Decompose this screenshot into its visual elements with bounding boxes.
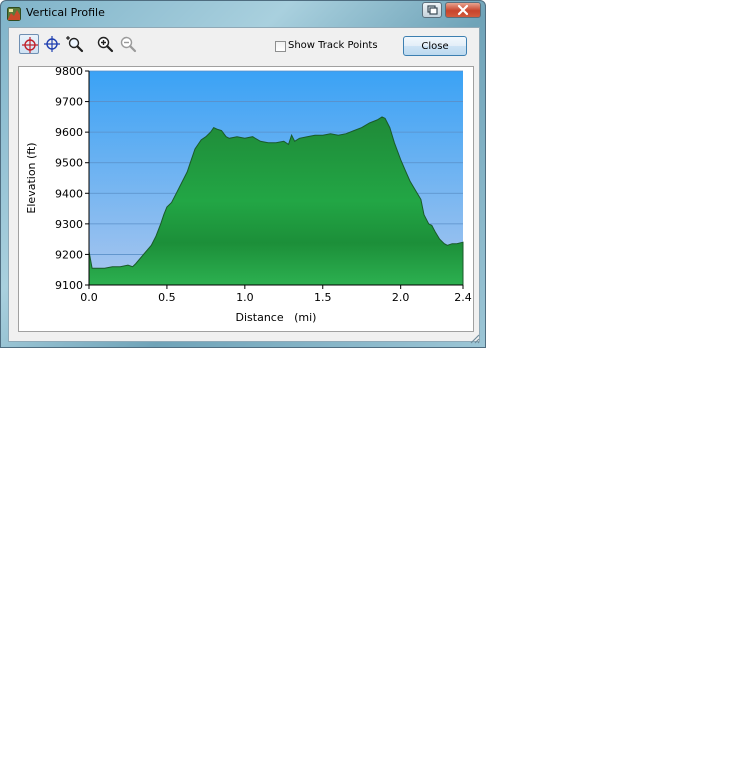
zoom-in-icon xyxy=(97,36,114,53)
x-tick-label: 2.0 xyxy=(392,291,410,304)
crosshair-icon xyxy=(44,36,60,52)
elevation-chart-frame: 9100 9200 9300 9400 9500 9600 9700 9800 0.0 0.5 1… xyxy=(18,66,474,332)
close-button[interactable]: Close xyxy=(403,36,467,56)
title-bar[interactable]: Vertical Profile xyxy=(1,1,485,25)
y-tick-label: 9600 xyxy=(55,126,83,139)
select-crosshair-tool[interactable] xyxy=(19,34,39,54)
y-tick-label: 9200 xyxy=(55,248,83,261)
show-track-points-label: Show Track Points xyxy=(288,40,378,51)
crosshair-tool[interactable] xyxy=(42,34,62,54)
y-tick-label: 9700 xyxy=(55,96,83,109)
zoom-out-tool[interactable] xyxy=(118,34,138,54)
select-crosshair-icon xyxy=(22,37,38,53)
zoom-out-icon xyxy=(120,36,137,53)
resize-grip-icon[interactable] xyxy=(467,331,481,345)
y-tick-label: 9500 xyxy=(55,157,83,170)
x-tick-label: 0.5 xyxy=(158,291,176,304)
y-tick-labels: 9100 9200 9300 9400 9500 9600 9700 9800 xyxy=(55,67,83,292)
y-tick-label: 9800 xyxy=(55,67,83,78)
x-tick-label: 1.5 xyxy=(314,291,332,304)
vertical-profile-window: Vertical Profile Show Track Points Close… xyxy=(0,0,486,348)
x-tick-label: 2.4 xyxy=(454,291,472,304)
x-tick-label: 0.0 xyxy=(80,291,98,304)
close-x-icon xyxy=(457,4,469,16)
y-axis-label: Elevation (ft) xyxy=(25,142,38,213)
elevation-chart: 9100 9200 9300 9400 9500 9600 9700 9800 0.0 0.5 1… xyxy=(25,67,472,324)
y-tick-label: 9400 xyxy=(55,187,83,200)
title-close-button[interactable] xyxy=(445,2,481,18)
x-tick-labels: 0.0 0.5 1.0 1.5 2.0 2.4 xyxy=(80,291,472,304)
zoom-area-icon xyxy=(66,36,84,53)
profile-client-area: Show Track Points Close 9100 9200 9300 9… xyxy=(8,27,480,342)
x-axis-label: Distance (mi) xyxy=(236,311,317,324)
window-title: Vertical Profile xyxy=(26,6,105,19)
y-tick-label: 9100 xyxy=(55,279,83,292)
restore-button[interactable] xyxy=(422,2,442,18)
restore-icon xyxy=(427,5,438,15)
zoom-area-tool[interactable] xyxy=(65,34,85,54)
zoom-in-tool[interactable] xyxy=(95,34,115,54)
show-track-points-checkbox[interactable] xyxy=(275,41,286,52)
profile-app-icon xyxy=(7,6,21,21)
y-tick-label: 9300 xyxy=(55,218,83,231)
x-tick-label: 1.0 xyxy=(236,291,254,304)
